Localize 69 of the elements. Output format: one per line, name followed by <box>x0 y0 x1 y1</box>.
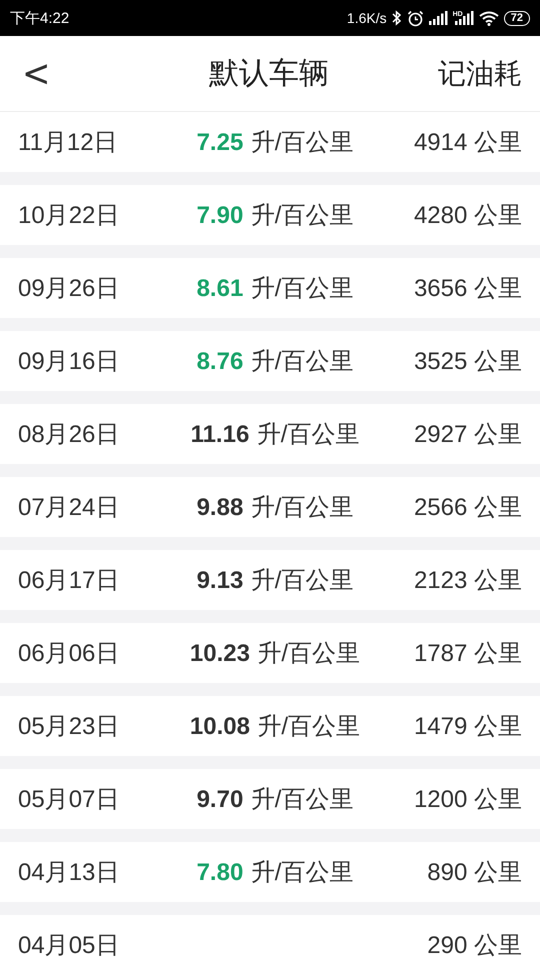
record-date: 10月22日 <box>18 201 120 231</box>
record-row[interactable]: 07月24日 9.88 升/百公里 2566 公里 <box>0 477 540 537</box>
record-row[interactable]: 06月06日 10.23 升/百公里 1787 公里 <box>0 623 540 683</box>
record-distance: 1200 公里 <box>412 785 522 815</box>
page-title: 默认车辆 <box>208 56 330 92</box>
log-fuel-button[interactable]: 记油耗 <box>438 54 540 92</box>
record-distance: 2927 公里 <box>412 420 522 450</box>
consumption-value: 11.16 <box>190 421 250 448</box>
consumption-value: 10.23 <box>190 640 250 667</box>
alarm-icon <box>406 10 424 26</box>
record-date: 04月05日 <box>18 931 120 960</box>
record-distance: 1479 公里 <box>412 712 522 742</box>
consumption-value: 7.90 <box>196 202 244 229</box>
consumption-value: 9.88 <box>196 494 244 521</box>
record-date: 06月17日 <box>18 566 120 596</box>
record-distance: 4280 公里 <box>412 201 522 231</box>
record-row[interactable]: 10月22日 7.90 升/百公里 4280 公里 <box>0 185 540 245</box>
record-distance: 4914 公里 <box>412 128 522 158</box>
record-row[interactable]: 05月07日 9.70 升/百公里 1200 公里 <box>0 769 540 829</box>
bluetooth-icon <box>392 10 402 26</box>
record-date: 09月16日 <box>18 347 120 377</box>
record-row[interactable]: 09月16日 8.76 升/百公里 3525 公里 <box>0 331 540 391</box>
record-date: 06月06日 <box>18 639 120 669</box>
consumption-value: 8.76 <box>196 348 244 375</box>
consumption-value: 7.25 <box>196 129 244 156</box>
record-distance: 1787 公里 <box>412 639 522 669</box>
record-distance: 3656 公里 <box>412 274 522 304</box>
consumption-value: 8.61 <box>196 275 244 302</box>
record-row[interactable]: 06月17日 9.13 升/百公里 2123 公里 <box>0 550 540 610</box>
record-date: 07月24日 <box>18 493 120 523</box>
consumption-unit: 升/百公里 <box>256 421 360 448</box>
record-distance: 890 公里 <box>426 858 522 888</box>
record-date: 08月26日 <box>18 420 120 450</box>
consumption-unit: 升/百公里 <box>257 640 360 667</box>
record-date: 11月12日 <box>18 128 119 158</box>
record-row[interactable]: 05月23日 10.08 升/百公里 1479 公里 <box>0 696 540 756</box>
consumption-value: 9.13 <box>196 567 244 594</box>
record-row[interactable]: 04月05日 290 公里 <box>0 915 540 960</box>
consumption-unit: 升/百公里 <box>250 859 354 886</box>
consumption-unit: 升/百公里 <box>250 129 354 156</box>
record-row[interactable]: 11月12日 7.25 升/百公里 4914 公里 <box>0 112 540 172</box>
record-date: 09月26日 <box>18 274 120 304</box>
consumption-unit: 升/百公里 <box>250 348 354 375</box>
record-distance: 290 公里 <box>426 931 522 960</box>
consumption-value: 7.80 <box>196 859 244 886</box>
record-row[interactable]: 08月26日 11.16 升/百公里 2927 公里 <box>0 404 540 464</box>
consumption-unit: 升/百公里 <box>257 713 360 740</box>
record-row[interactable]: 09月26日 8.61 升/百公里 3656 公里 <box>0 258 540 318</box>
record-distance: 2123 公里 <box>412 566 522 596</box>
record-distance: 2566 公里 <box>412 493 522 523</box>
network-speed: 1.6K/s <box>346 10 387 26</box>
clock-time: 下午4:22 <box>10 8 70 28</box>
consumption-unit: 升/百公里 <box>250 202 354 229</box>
record-date: 04月13日 <box>18 858 120 888</box>
consumption-unit: 升/百公里 <box>250 494 354 521</box>
consumption-value: 10.08 <box>190 713 250 740</box>
record-date: 05月23日 <box>18 712 120 742</box>
consumption-unit: 升/百公里 <box>250 567 354 594</box>
consumption-unit: 升/百公里 <box>250 275 354 302</box>
signal-icon <box>428 11 448 25</box>
record-row[interactable]: 04月13日 7.80 升/百公里 890 公里 <box>0 842 540 902</box>
consumption-unit: 升/百公里 <box>250 786 354 813</box>
back-button[interactable]: < <box>0 52 70 96</box>
battery-indicator: 72 <box>504 10 530 26</box>
wifi-icon <box>478 10 499 26</box>
consumption-value: 9.70 <box>196 786 244 813</box>
record-date: 05月07日 <box>18 785 120 815</box>
signal-icon <box>454 11 474 25</box>
record-distance: 3525 公里 <box>412 347 522 377</box>
